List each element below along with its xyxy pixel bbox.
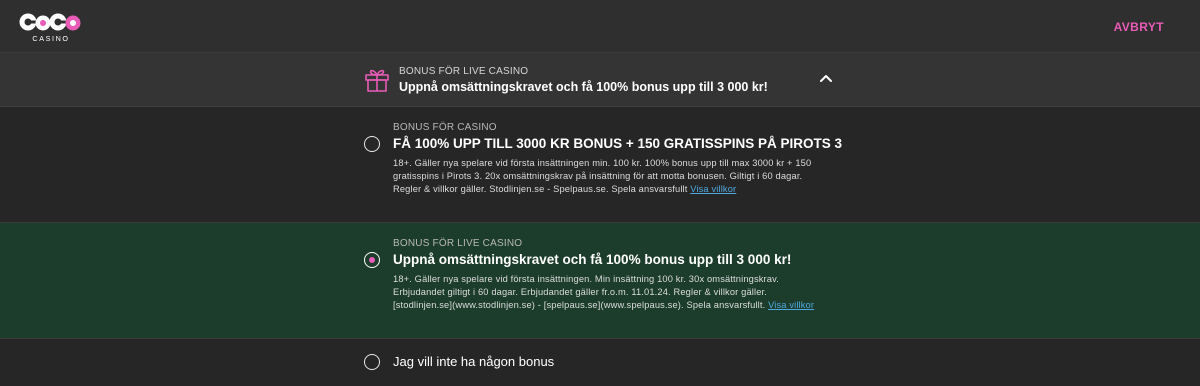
selected-bonus-summary[interactable]: BONUS FÖR LIVE CASINO Uppnå omsättningsk… bbox=[0, 53, 1200, 107]
option-title: Uppnå omsättningskravet och få 100% bonu… bbox=[393, 252, 792, 267]
radio-button[interactable] bbox=[364, 136, 380, 152]
cancel-button[interactable]: AVBRYT bbox=[1114, 20, 1164, 34]
gogo-casino-logo[interactable]: CASINO bbox=[19, 10, 83, 44]
gift-icon bbox=[365, 69, 389, 92]
option-terms: 18+. Gäller nya spelare vid första insät… bbox=[393, 273, 823, 312]
bonus-option-none[interactable]: Jag vill inte ha någon bonus bbox=[0, 339, 1200, 386]
terms-text: 18+. Gäller nya spelare vid första insät… bbox=[393, 274, 779, 310]
option-title: FÅ 100% UPP TILL 3000 KR BONUS + 150 GRA… bbox=[393, 136, 843, 151]
terms-link[interactable]: Visa villkor bbox=[690, 184, 736, 194]
summary-category: BONUS FÖR LIVE CASINO bbox=[399, 66, 529, 77]
bonus-option-casino[interactable]: BONUS FÖR CASINO FÅ 100% UPP TILL 3000 K… bbox=[0, 107, 1200, 223]
bonus-option-live-casino[interactable]: BONUS FÖR LIVE CASINO Uppnå omsättningsk… bbox=[0, 223, 1200, 339]
option-category: BONUS FÖR LIVE CASINO bbox=[393, 238, 523, 249]
chevron-up-icon[interactable] bbox=[819, 73, 833, 83]
summary-title: Uppnå omsättningskravet och få 100% bonu… bbox=[399, 80, 768, 94]
option-title: Jag vill inte ha någon bonus bbox=[393, 354, 555, 369]
option-terms: 18+. Gäller nya spelare vid första insät… bbox=[393, 157, 823, 196]
svg-text:CASINO: CASINO bbox=[32, 34, 69, 43]
radio-button[interactable] bbox=[364, 354, 380, 370]
radio-button-selected[interactable] bbox=[364, 252, 380, 268]
top-bar: CASINO AVBRYT bbox=[0, 0, 1200, 53]
terms-link[interactable]: Visa villkor bbox=[768, 300, 814, 310]
option-category: BONUS FÖR CASINO bbox=[393, 122, 497, 133]
terms-text: 18+. Gäller nya spelare vid första insät… bbox=[393, 158, 812, 194]
